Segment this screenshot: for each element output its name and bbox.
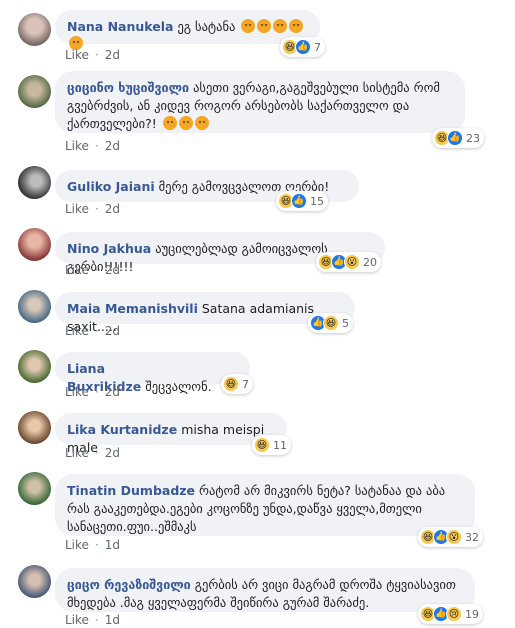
separator: · bbox=[94, 48, 99, 62]
reaction-summary[interactable]: 😆 11 bbox=[252, 435, 291, 455]
comment-author[interactable]: ციცინო ხუციშვილი bbox=[67, 80, 189, 95]
comment-actions: Like · 2d bbox=[65, 263, 120, 277]
like-button[interactable]: Like bbox=[65, 324, 89, 338]
like-button[interactable]: Like bbox=[65, 385, 89, 399]
reaction-count: 7 bbox=[242, 377, 249, 391]
haha-icon: 😆 bbox=[323, 315, 339, 331]
like-button[interactable]: Like bbox=[65, 446, 89, 460]
comment-bubble: ციცო რევაზიშვილი გერბის არ ვიცი მაგრამ დრ… bbox=[55, 568, 475, 612]
comment-author[interactable]: ციცო რევაზიშვილი bbox=[67, 577, 191, 592]
avatar[interactable] bbox=[18, 228, 51, 261]
comment-bubble: Liana Buxrikidze შეცვალონ. bbox=[55, 352, 250, 394]
comment-bubble: Tinatin Dumbadze რატომ არ მიკვირს ნეტა? ს… bbox=[55, 474, 475, 536]
like-icon: 👍 bbox=[291, 193, 307, 209]
like-button[interactable]: Like bbox=[65, 139, 89, 153]
comment-author[interactable]: Lika Kurtanidze bbox=[67, 422, 177, 437]
comment-actions: Like · 2d bbox=[65, 48, 120, 62]
comment-time[interactable]: 2d bbox=[105, 139, 120, 153]
reaction-count: 20 bbox=[363, 255, 377, 269]
comment-actions: Like · 1d bbox=[65, 613, 120, 627]
comment-time[interactable]: 2d bbox=[105, 263, 120, 277]
comment-actions: Like · 2d bbox=[65, 324, 120, 338]
separator: · bbox=[94, 385, 99, 399]
haha-icon: 😆 bbox=[254, 437, 270, 453]
comment-actions: Like · 2d bbox=[65, 139, 120, 153]
comment-text: შეცვალონ. bbox=[145, 379, 212, 394]
reaction-summary[interactable]: 😆 👍 😮 20 bbox=[316, 252, 381, 272]
avatar[interactable] bbox=[18, 13, 51, 46]
separator: · bbox=[94, 613, 99, 627]
like-icon: 👍 bbox=[447, 130, 463, 146]
like-icon: 👍 bbox=[295, 39, 311, 55]
separator: · bbox=[94, 139, 99, 153]
comment-actions: Like · 2d bbox=[65, 446, 120, 460]
reaction-count: 23 bbox=[466, 131, 480, 145]
comment-time[interactable]: 2d bbox=[105, 446, 120, 460]
comment-actions: Like · 1d bbox=[65, 538, 120, 552]
comment-author[interactable]: Tinatin Dumbadze bbox=[67, 483, 195, 498]
wow-icon: 😮 bbox=[446, 529, 462, 545]
avatar[interactable] bbox=[18, 350, 51, 383]
reaction-count: 15 bbox=[310, 194, 324, 208]
avatar[interactable] bbox=[18, 565, 51, 598]
reaction-count: 7 bbox=[314, 40, 321, 54]
reaction-summary[interactable]: 😆 👍 7 bbox=[280, 37, 325, 57]
like-button[interactable]: Like bbox=[65, 613, 89, 627]
separator: · bbox=[94, 538, 99, 552]
separator: · bbox=[94, 324, 99, 338]
comment-actions: Like · 2d bbox=[65, 202, 120, 216]
comment-time[interactable]: 2d bbox=[105, 324, 120, 338]
comment-actions: Like · 2d bbox=[65, 385, 120, 399]
comment-author[interactable]: Nino Jakhua bbox=[67, 241, 151, 256]
comment-author[interactable]: Nana Nanukela bbox=[67, 19, 173, 34]
avatar[interactable] bbox=[18, 472, 51, 505]
separator: · bbox=[94, 446, 99, 460]
reaction-count: 32 bbox=[465, 530, 479, 544]
reaction-summary[interactable]: 👍 😆 5 bbox=[308, 313, 353, 333]
haha-icon: 😆 bbox=[223, 376, 239, 392]
comment-time[interactable]: 2d bbox=[105, 48, 120, 62]
reaction-summary[interactable]: 😆 7 bbox=[221, 374, 253, 394]
reaction-summary[interactable]: 😆 👍 😮 32 bbox=[418, 527, 483, 547]
comment-author[interactable]: Maia Memanishvili bbox=[67, 301, 198, 316]
comment-author[interactable]: Guliko Jaiani bbox=[67, 179, 155, 194]
like-button[interactable]: Like bbox=[65, 263, 89, 277]
reaction-count: 19 bbox=[465, 607, 479, 621]
comment-time[interactable]: 2d bbox=[105, 385, 120, 399]
comment-time[interactable]: 1d bbox=[105, 538, 120, 552]
like-button[interactable]: Like bbox=[65, 48, 89, 62]
frown-emojis bbox=[161, 116, 209, 132]
reaction-count: 5 bbox=[342, 316, 349, 330]
reaction-summary[interactable]: 😆 👍 😢 19 bbox=[418, 604, 483, 624]
comment-time[interactable]: 1d bbox=[105, 613, 120, 627]
comment-bubble: ციცინო ხუციშვილი ასეთი ვერაგი,გაგეშვებული… bbox=[55, 71, 465, 133]
wow-icon: 😮 bbox=[344, 254, 360, 270]
like-button[interactable]: Like bbox=[65, 538, 89, 552]
reaction-summary[interactable]: 😆 👍 23 bbox=[432, 128, 484, 148]
comment-text: ეგ სატანა bbox=[177, 19, 236, 34]
avatar[interactable] bbox=[18, 290, 51, 323]
like-button[interactable]: Like bbox=[65, 202, 89, 216]
reaction-summary[interactable]: 😆 👍 15 bbox=[276, 191, 328, 211]
separator: · bbox=[94, 202, 99, 216]
avatar[interactable] bbox=[18, 411, 51, 444]
reaction-count: 11 bbox=[273, 438, 287, 452]
avatar[interactable] bbox=[18, 75, 51, 108]
sad-icon: 😢 bbox=[446, 606, 462, 622]
comment-bubble: Nana Nanukela ეგ სატანა bbox=[55, 10, 320, 50]
avatar[interactable] bbox=[18, 166, 51, 199]
separator: · bbox=[94, 263, 99, 277]
comment-time[interactable]: 2d bbox=[105, 202, 120, 216]
